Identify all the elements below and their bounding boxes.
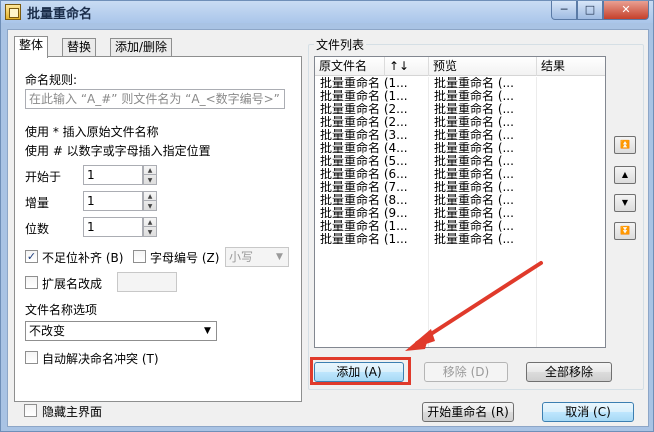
rename-dialog-window: 批量重命名 ─ □ ✕ 整体 替换 添加/删除 命名规则: 在此输入 “A_#”…	[0, 0, 654, 432]
annotation-arrow-icon	[405, 261, 543, 351]
tab-overall[interactable]: 整体	[14, 36, 49, 58]
